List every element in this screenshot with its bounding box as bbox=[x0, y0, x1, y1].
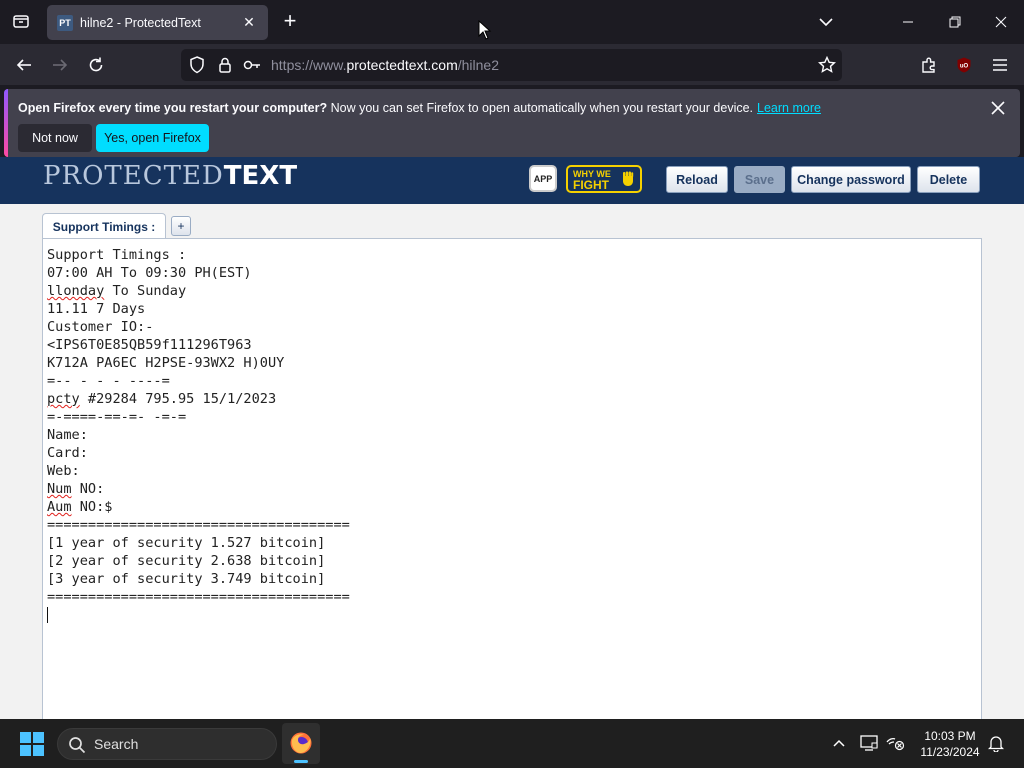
note-line: 07:00 AH To 09:30 PH(EST) bbox=[47, 265, 252, 281]
spelling-error: pcty bbox=[47, 391, 80, 407]
display-monitor-icon[interactable] bbox=[859, 733, 879, 753]
close-window-icon[interactable] bbox=[986, 8, 1016, 36]
clock-time: 10:03 PM bbox=[924, 729, 976, 743]
firefox-icon bbox=[290, 732, 312, 754]
notification-bell-icon[interactable] bbox=[986, 733, 1006, 753]
spelling-error: llonday bbox=[47, 283, 105, 299]
clock-date: 11/23/2024 bbox=[920, 745, 980, 759]
raised-fist-icon bbox=[623, 171, 634, 186]
why-we-fight-badge[interactable]: WHY WE FIGHT bbox=[566, 165, 642, 193]
notification-accent-bar bbox=[4, 89, 8, 157]
extensions-puzzle-icon[interactable] bbox=[916, 52, 942, 78]
notification-message: Open Firefox every time you restart your… bbox=[18, 101, 821, 115]
note-line: llonday To Sunday bbox=[47, 283, 187, 299]
browser-tabstrip: PT hilne2 - ProtectedText ✕ + bbox=[0, 0, 1024, 44]
site-logo[interactable]: PROTECTEDTEXT bbox=[43, 161, 297, 191]
note-line: ===================================== bbox=[47, 589, 350, 605]
note-line: =-- - - - ----= bbox=[47, 373, 170, 389]
windows-taskbar: Search 10:03 PM 11/23/2024 bbox=[0, 719, 1024, 768]
note-line: <IPS6T0E85QB59f111296T963 bbox=[47, 337, 252, 353]
forward-arrow-icon[interactable] bbox=[47, 52, 73, 78]
bookmark-star-icon[interactable] bbox=[817, 55, 837, 79]
url-bar[interactable]: https://www.protectedtext.com/hilne2 bbox=[181, 49, 842, 81]
add-tab-button[interactable]: + bbox=[171, 216, 191, 236]
svg-text:uO: uO bbox=[960, 64, 969, 70]
not-now-button[interactable]: Not now bbox=[18, 124, 92, 152]
note-line: Card: bbox=[47, 445, 88, 461]
note-line: Name: bbox=[47, 427, 88, 443]
note-line: Web: bbox=[47, 463, 80, 479]
windows-start-icon[interactable] bbox=[20, 732, 44, 756]
search-label: Search bbox=[94, 736, 139, 752]
browser-navbar: https://www.protectedtext.com/hilne2 uO bbox=[0, 44, 1024, 85]
lock-icon[interactable] bbox=[217, 56, 233, 79]
delete-button[interactable]: Delete bbox=[917, 166, 980, 193]
taskbar-clock[interactable]: 10:03 PM 11/23/2024 bbox=[914, 728, 986, 760]
note-line: pcty #29284 795.95 15/1/2023 bbox=[47, 391, 277, 407]
tab-close-icon[interactable]: ✕ bbox=[240, 14, 258, 32]
protectedtext-favicon-icon: PT bbox=[57, 14, 73, 31]
note-line: Aum NO:$ bbox=[47, 499, 113, 515]
tab-support-timings[interactable]: Support Timings : bbox=[42, 213, 166, 239]
ublock-origin-icon[interactable]: uO bbox=[951, 52, 977, 78]
tab-title: hilne2 - ProtectedText bbox=[80, 15, 201, 30]
active-app-indicator bbox=[294, 760, 308, 763]
site-header: PROTECTEDTEXT APP WHY WE FIGHT Reload Sa… bbox=[0, 157, 1024, 204]
hamburger-menu-icon[interactable] bbox=[987, 52, 1013, 78]
taskbar-firefox-button[interactable] bbox=[282, 723, 320, 764]
save-button[interactable]: Save bbox=[734, 166, 785, 193]
search-icon bbox=[68, 736, 86, 759]
note-line: Support Timings : bbox=[47, 247, 187, 263]
chevron-up-icon[interactable] bbox=[829, 733, 849, 753]
reload-button[interactable]: Reload bbox=[666, 166, 728, 193]
text-caret bbox=[47, 607, 48, 623]
note-line: [2 year of security 2.638 bitcoin] bbox=[47, 553, 326, 569]
network-volume-icon[interactable] bbox=[885, 733, 905, 753]
learn-more-link[interactable]: Learn more bbox=[757, 101, 821, 115]
new-tab-plus-icon[interactable]: + bbox=[279, 10, 301, 34]
note-line: [3 year of security 3.749 bitcoin] bbox=[47, 571, 326, 587]
restore-icon[interactable] bbox=[940, 8, 970, 36]
yes-open-firefox-button[interactable]: Yes, open Firefox bbox=[96, 124, 209, 152]
app-badge-icon[interactable]: APP bbox=[529, 165, 557, 192]
back-arrow-icon[interactable] bbox=[11, 52, 37, 78]
note-line: =-====-==-=- -=-= bbox=[47, 409, 187, 425]
note-line: 11.11 7 Days bbox=[47, 301, 146, 317]
note-line: Customer IO:- bbox=[47, 319, 154, 335]
note-line: ===================================== bbox=[47, 517, 350, 533]
protectedtext-page: PROTECTEDTEXT APP WHY WE FIGHT Reload Sa… bbox=[0, 157, 1024, 719]
note-line: Num NO: bbox=[47, 481, 105, 497]
spelling-error: Aum bbox=[47, 499, 72, 515]
reload-icon[interactable] bbox=[83, 52, 109, 78]
mouse-cursor-icon bbox=[478, 19, 492, 40]
tab-list-icon[interactable] bbox=[8, 8, 34, 34]
url-text[interactable]: https://www.protectedtext.com/hilne2 bbox=[271, 57, 499, 73]
minimize-icon[interactable] bbox=[893, 8, 923, 36]
note-line: [1 year of security 1.527 bitcoin] bbox=[47, 535, 326, 551]
change-password-button[interactable]: Change password bbox=[791, 166, 911, 193]
note-line: K712A PA6EC H2PSE-93WX2 H)0UY bbox=[47, 355, 285, 371]
taskbar-search-box[interactable]: Search bbox=[57, 728, 277, 760]
note-textarea[interactable]: Support Timings : 07:00 AH To 09:30 PH(E… bbox=[42, 238, 982, 719]
close-icon[interactable] bbox=[988, 98, 1008, 118]
shield-icon[interactable] bbox=[189, 56, 205, 79]
firefox-default-notification: Open Firefox every time you restart your… bbox=[4, 89, 1020, 157]
spelling-error: Num bbox=[47, 481, 72, 497]
note-content: Support Timings : 07:00 AH To 09:30 PH(E… bbox=[47, 246, 350, 606]
browser-tab-active[interactable]: PT hilne2 - ProtectedText ✕ bbox=[47, 5, 268, 40]
chevron-down-icon[interactable] bbox=[815, 11, 837, 33]
key-icon[interactable] bbox=[243, 57, 261, 78]
